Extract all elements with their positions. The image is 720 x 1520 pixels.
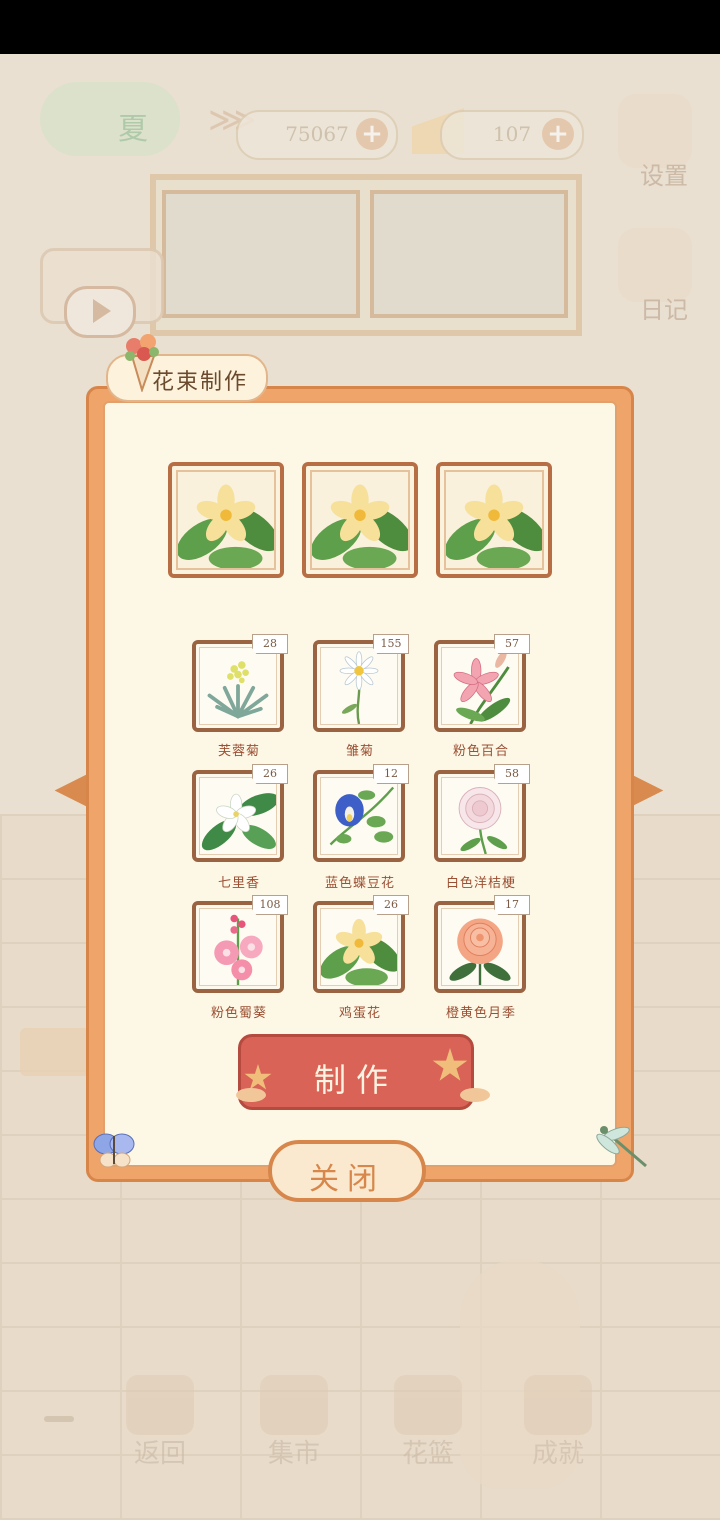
pink-hollyhock-icon	[214, 914, 263, 985]
butterfly-icon	[93, 1133, 135, 1168]
card-picture	[320, 908, 398, 986]
flower-card-orange-jasmine[interactable]: 26	[192, 764, 288, 862]
flower-count-badge: 57	[494, 634, 530, 654]
card-picture	[199, 908, 277, 986]
card-picture	[199, 647, 277, 725]
flower-card-white-lisianthus[interactable]: 58	[434, 764, 530, 862]
frangipani-icon	[446, 484, 542, 568]
card-picture	[441, 777, 519, 855]
flower-label: 粉色蜀葵	[210, 1006, 267, 1021]
close-button-label: 关闭	[309, 1162, 385, 1197]
card-picture	[441, 908, 519, 986]
flower-count-badge: 58	[494, 764, 530, 784]
flower-label: 白色洋桔梗	[445, 876, 516, 891]
make-bouquet-button[interactable]: 制作	[238, 1034, 474, 1110]
flower-card-butterfly-pea[interactable]: 12	[313, 764, 409, 862]
status-bar	[0, 0, 720, 54]
flower-card-pink-hollyhock[interactable]: 108	[192, 895, 288, 993]
flower-label: 七里香	[217, 876, 260, 891]
daisy-icon	[339, 651, 379, 724]
flower-count-badge: 12	[373, 764, 409, 784]
flower-label: 鸡蛋花	[338, 1006, 381, 1021]
frangipani-icon	[312, 484, 408, 568]
card-picture	[441, 647, 519, 725]
flower-label: 芙蓉菊	[217, 744, 260, 759]
panel-title: 花束制作	[152, 370, 249, 395]
flower-label: 橙黄色月季	[445, 1006, 516, 1021]
butterfly-pea-icon	[329, 786, 395, 846]
card-picture	[199, 777, 277, 855]
card-picture	[320, 777, 398, 855]
close-button[interactable]: 关闭	[268, 1140, 426, 1202]
pink-lily-icon	[453, 650, 511, 724]
flower-card-silver-chrysanthemum[interactable]: 28	[192, 634, 288, 732]
card-picture	[320, 647, 398, 725]
selected-slot-3-inner	[444, 470, 544, 570]
flower-count-badge: 108	[252, 895, 288, 915]
selected-slot-3[interactable]	[436, 462, 552, 578]
selected-slot-2[interactable]	[302, 462, 418, 578]
flower-label: 雏菊	[345, 744, 374, 759]
flower-label: 粉色百合	[452, 744, 509, 759]
flower-count-badge: 17	[494, 895, 530, 915]
flower-count-badge: 26	[373, 895, 409, 915]
leaf-decoration-icon	[460, 1088, 490, 1102]
frangipani-icon	[178, 484, 274, 568]
leaf-decoration-icon	[236, 1088, 266, 1102]
frangipani-icon	[321, 918, 397, 985]
flower-card-daisy[interactable]: 155	[313, 634, 409, 732]
flower-card-pink-lily[interactable]: 57	[434, 634, 530, 732]
selected-slot-1[interactable]	[168, 462, 284, 578]
dragonfly-icon	[596, 1126, 647, 1168]
bouquet-icon	[125, 334, 159, 392]
flower-card-frangipani[interactable]: 26	[313, 895, 409, 993]
white-lisianthus-icon	[458, 787, 508, 854]
flower-card-orange-rose[interactable]: 17	[434, 895, 530, 993]
flower-count-badge: 26	[252, 764, 288, 784]
selected-slot-1-inner	[176, 470, 276, 570]
flower-count-badge: 28	[252, 634, 288, 654]
orange-rose-icon	[449, 918, 511, 985]
orange-jasmine-icon	[201, 793, 276, 851]
selected-slot-2-inner	[310, 470, 410, 570]
silver-chrysanthemum-icon	[207, 661, 269, 719]
flower-label: 蓝色蝶豆花	[324, 876, 395, 891]
flower-count-badge: 155	[373, 634, 409, 654]
